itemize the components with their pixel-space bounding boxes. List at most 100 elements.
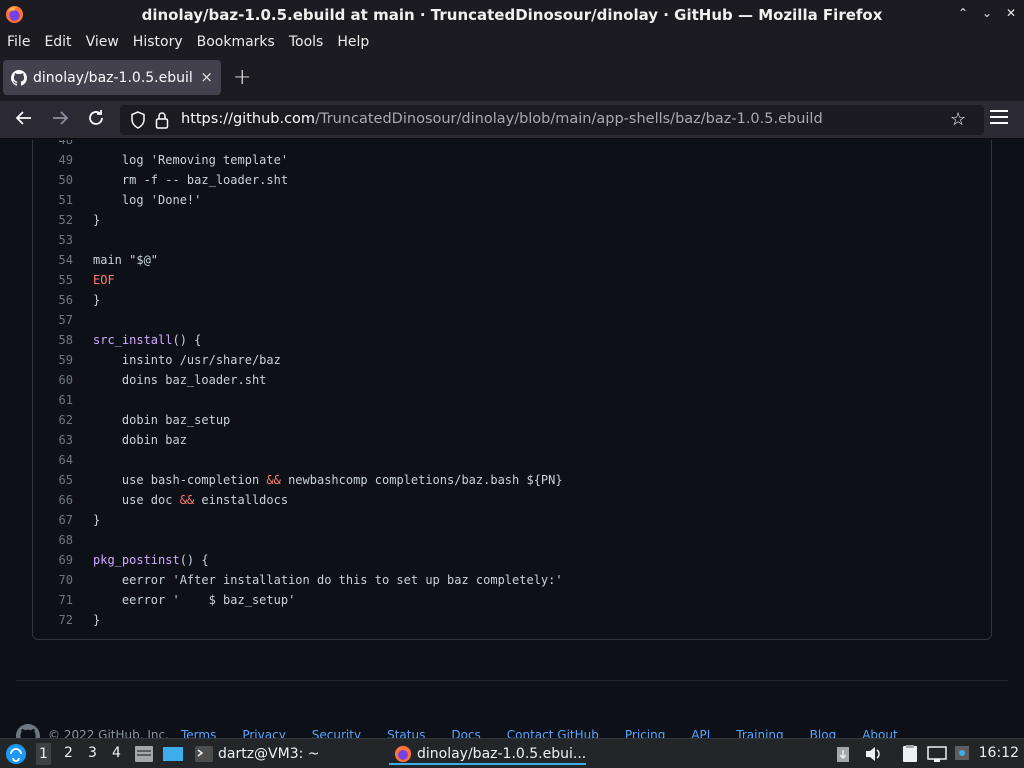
line-number[interactable]: 48	[33, 140, 73, 150]
code-token: }	[93, 213, 101, 227]
line-number[interactable]: 67	[33, 510, 73, 530]
desktop-icon[interactable]	[162, 745, 184, 763]
url-bar[interactable]: https://github.com/TruncatedDinosour/din…	[120, 105, 984, 135]
line-number[interactable]: 63	[33, 430, 73, 450]
line-number[interactable]: 52	[33, 210, 73, 230]
app-menu-icon[interactable]	[990, 110, 1008, 128]
volume-icon[interactable]	[864, 745, 882, 763]
reload-button[interactable]	[85, 109, 107, 131]
tracking-shield-icon[interactable]	[130, 111, 146, 129]
forward-button[interactable]	[49, 109, 71, 131]
menu-history[interactable]: History	[133, 34, 183, 50]
line-number[interactable]: 71	[33, 590, 73, 610]
browser-task-label: dinolay/baz-1.0.5.ebui...	[417, 746, 587, 762]
workspace-4[interactable]: 4	[112, 745, 121, 761]
footer-divider	[16, 680, 1008, 681]
footer-link-status[interactable]: Status	[387, 728, 425, 738]
footer-link-privacy[interactable]: Privacy	[242, 728, 285, 738]
footer-link-security[interactable]: Security	[312, 728, 361, 738]
code-token: }	[93, 513, 101, 527]
tab-active[interactable]: dinolay/baz-1.0.5.ebuild ×	[3, 60, 221, 95]
line-source: }	[93, 610, 100, 630]
code-token: log 'Done!'	[93, 193, 202, 207]
line-number[interactable]: 50	[33, 170, 73, 190]
tab-close-icon[interactable]: ×	[200, 68, 213, 86]
url-text[interactable]: https://github.com/TruncatedDinosour/din…	[181, 111, 823, 127]
menu-file[interactable]: File	[7, 34, 30, 50]
menu-view[interactable]: View	[86, 34, 119, 50]
workspace-3[interactable]: 3	[88, 745, 97, 761]
line-number[interactable]: 61	[33, 390, 73, 410]
line-number[interactable]: 53	[33, 230, 73, 250]
line-number[interactable]: 66	[33, 490, 73, 510]
github-logo-icon[interactable]	[16, 724, 40, 738]
workspace-2[interactable]: 2	[64, 745, 73, 761]
line-number[interactable]: 69	[33, 550, 73, 570]
line-number[interactable]: 65	[33, 470, 73, 490]
line-number[interactable]: 68	[33, 530, 73, 550]
maximize-icon[interactable]: ⌄	[982, 6, 992, 20]
start-menu-icon[interactable]	[5, 743, 27, 765]
line-number[interactable]: 58	[33, 330, 73, 350]
footer-link-blog[interactable]: Blog	[810, 728, 837, 738]
menu-tools[interactable]: Tools	[289, 34, 324, 50]
line-number[interactable]: 72	[33, 610, 73, 630]
code-token: log 'Removing template'	[93, 153, 289, 167]
window-title: dinolay/baz-1.0.5.ebuild at main · Trunc…	[141, 6, 883, 24]
minimize-icon[interactable]: ⌃	[958, 6, 968, 20]
line-source: }	[93, 290, 100, 310]
line-number[interactable]: 49	[33, 150, 73, 170]
line-number[interactable]: 56	[33, 290, 73, 310]
line-number[interactable]: 55	[33, 270, 73, 290]
code-token: newbashcomp completions/baz.bash ${PN}	[280, 473, 563, 487]
line-number[interactable]: 54	[33, 250, 73, 270]
code-line: 49 log 'Removing template'	[33, 150, 991, 170]
line-number[interactable]: 57	[33, 310, 73, 330]
bookmark-star-icon[interactable]: ☆	[950, 109, 966, 130]
menu-help[interactable]: Help	[337, 34, 369, 50]
tab-label: dinolay/baz-1.0.5.ebuild	[33, 69, 193, 86]
footer-link-terms[interactable]: Terms	[181, 728, 216, 738]
code-line: 70 eerror 'After installation do this to…	[33, 570, 991, 590]
footer-link-training[interactable]: Training	[736, 728, 783, 738]
workspace-1[interactable]: 1	[36, 743, 51, 765]
file-manager-icon[interactable]	[134, 745, 154, 763]
code-token: src_install	[93, 333, 173, 347]
clipboard-icon[interactable]	[836, 745, 850, 763]
browser-task[interactable]: dinolay/baz-1.0.5.ebui...	[389, 743, 586, 765]
window-controls: ⌃ ⌄ ✕	[958, 6, 1016, 20]
line-source: src_install() {	[93, 330, 201, 350]
footer-link-about[interactable]: About	[862, 728, 897, 738]
footer-link-contact[interactable]: Contact GitHub	[507, 728, 599, 738]
footer-link-pricing[interactable]: Pricing	[625, 728, 665, 738]
github-icon	[11, 69, 27, 86]
line-source: eerror ' $ baz_setup'	[93, 590, 295, 610]
line-number[interactable]: 62	[33, 410, 73, 430]
terminal-icon	[195, 746, 213, 762]
code-line: 51 log 'Done!'	[33, 190, 991, 210]
footer-link-api[interactable]: API	[691, 728, 710, 738]
line-number[interactable]: 51	[33, 190, 73, 210]
footer-link-docs[interactable]: Docs	[451, 728, 480, 738]
new-tab-button[interactable]: +	[233, 65, 251, 90]
code-line: 53	[33, 230, 991, 250]
code-token: dobin baz	[93, 433, 187, 447]
line-number[interactable]: 64	[33, 450, 73, 470]
network-icon[interactable]	[927, 745, 947, 763]
back-button[interactable]	[13, 109, 35, 131]
close-icon[interactable]: ✕	[1006, 6, 1016, 20]
line-source: doins baz_loader.sht	[93, 370, 267, 390]
menu-edit[interactable]: Edit	[44, 34, 71, 50]
terminal-task[interactable]: dartz@VM3: ~	[218, 743, 320, 765]
firefox-icon	[5, 5, 24, 24]
lock-icon[interactable]	[155, 111, 169, 129]
updates-icon[interactable]	[954, 745, 970, 763]
menu-bookmarks[interactable]: Bookmarks	[197, 34, 275, 50]
notes-icon[interactable]	[901, 745, 919, 763]
code-line: 50 rm -f -- baz_loader.sht	[33, 170, 991, 190]
code-token: EOF	[93, 273, 115, 287]
line-number[interactable]: 60	[33, 370, 73, 390]
reload-icon	[89, 110, 103, 125]
line-number[interactable]: 59	[33, 350, 73, 370]
line-number[interactable]: 70	[33, 570, 73, 590]
